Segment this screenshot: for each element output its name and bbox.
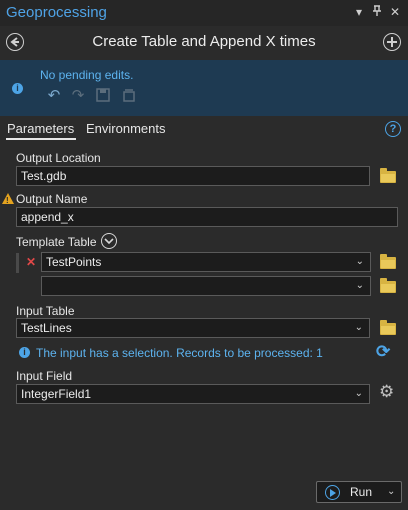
play-icon — [325, 485, 340, 500]
browse-folder-icon[interactable] — [380, 278, 396, 293]
browse-folder-icon[interactable] — [380, 320, 396, 335]
panel-title: Geoprocessing — [6, 4, 107, 21]
add-circle-icon — [387, 37, 397, 47]
collapse-chevron-icon[interactable] — [101, 233, 117, 249]
template-table-field-1[interactable]: TestPoints ⌄ — [41, 252, 371, 272]
undo-icon[interactable]: ↶ — [46, 88, 62, 104]
template-table-label: Template Table — [16, 235, 97, 249]
selection-message: The input has a selection. Records to be… — [36, 346, 323, 360]
tool-title: Create Table and Append X times — [92, 33, 316, 50]
info-icon: i — [19, 347, 30, 358]
browse-folder-icon[interactable] — [380, 168, 396, 183]
refresh-icon[interactable]: ⟳ — [376, 342, 390, 362]
remove-row-icon[interactable]: ✕ — [26, 255, 36, 269]
output-name-label: Output Name — [16, 192, 88, 206]
input-field-value: IntegerField1 — [21, 387, 92, 401]
chevron-down-icon[interactable]: ⌄ — [355, 319, 363, 337]
input-table-label: Input Table — [16, 304, 75, 318]
active-tab-indicator — [6, 138, 76, 140]
options-menu-icon[interactable]: ▾ — [352, 5, 366, 19]
input-field-dropdown[interactable]: IntegerField1 ⌄ — [16, 384, 370, 404]
save-edits-icon[interactable] — [95, 88, 111, 104]
chevron-down-icon[interactable]: ⌄ — [356, 277, 364, 295]
tab-environments[interactable]: Environments — [86, 121, 165, 136]
template-table-field-2[interactable]: ⌄ — [41, 276, 371, 296]
run-label: Run — [350, 485, 373, 499]
chevron-down-icon[interactable]: ⌄ — [387, 486, 395, 497]
input-field-label: Input Field — [16, 369, 73, 383]
output-name-field[interactable]: append_x — [16, 207, 398, 227]
discard-edits-icon[interactable] — [121, 88, 137, 104]
input-table-value: TestLines — [21, 321, 72, 335]
add-button[interactable] — [383, 33, 401, 51]
help-icon[interactable]: ? — [385, 121, 401, 137]
chevron-down-icon[interactable]: ⌄ — [356, 253, 364, 271]
pin-icon[interactable] — [370, 5, 384, 20]
close-icon[interactable]: ✕ — [388, 5, 402, 19]
row-drag-handle[interactable] — [16, 253, 19, 273]
run-button[interactable]: Run ⌄ — [316, 481, 402, 503]
info-icon: i — [12, 83, 23, 94]
redo-icon[interactable]: ↷ — [70, 88, 86, 104]
pending-edits-status: No pending edits. — [40, 68, 134, 82]
output-location-label: Output Location — [16, 151, 101, 165]
input-table-field[interactable]: TestLines ⌄ — [16, 318, 370, 338]
output-location-field[interactable]: Test.gdb — [16, 166, 370, 186]
tab-parameters[interactable]: Parameters — [7, 121, 74, 136]
chevron-down-icon[interactable]: ⌄ — [355, 385, 363, 403]
template-table-value-1: TestPoints — [46, 255, 102, 269]
browse-folder-icon[interactable] — [380, 254, 396, 269]
gear-icon[interactable]: ⚙ — [379, 382, 394, 402]
warning-mark: ! — [6, 196, 9, 205]
